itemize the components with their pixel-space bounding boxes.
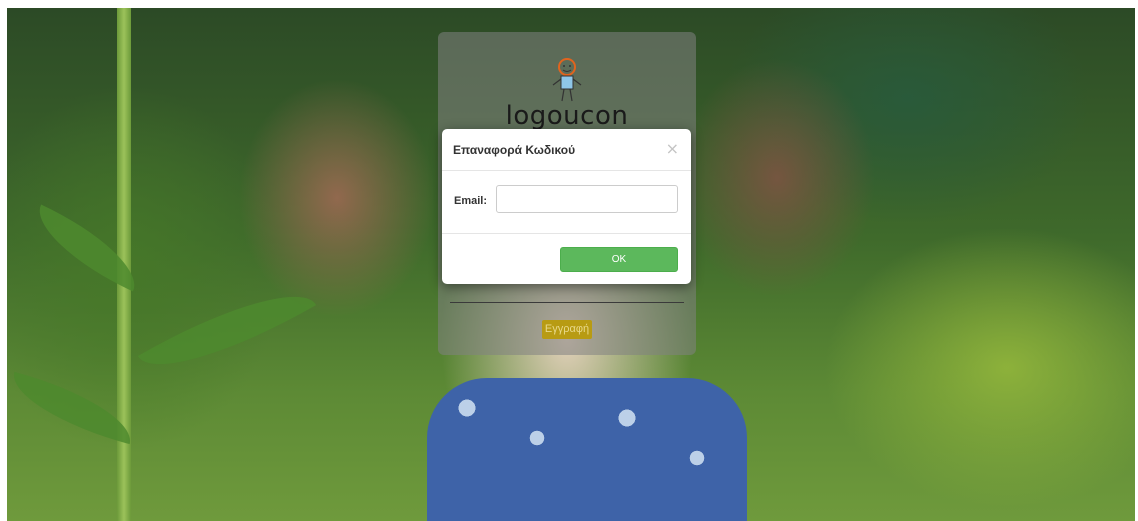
email-field[interactable] xyxy=(496,185,678,213)
ok-button[interactable]: OK xyxy=(560,247,678,272)
child-dress xyxy=(427,378,747,521)
card-divider xyxy=(450,302,684,303)
close-icon[interactable]: × xyxy=(666,139,679,158)
leaf xyxy=(137,266,317,395)
logo: logoucon xyxy=(438,57,696,131)
modal-title: Επαναφορά Κωδικού xyxy=(453,143,576,157)
email-label: Email: xyxy=(454,195,488,207)
password-reset-modal: Επαναφορά Κωδικού × Email: OK xyxy=(442,129,691,284)
modal-body: Email: xyxy=(442,171,691,234)
modal-header: Επαναφορά Κωδικού × xyxy=(442,129,691,171)
logo-text: logoucon xyxy=(505,101,629,131)
child-figure-logo-icon xyxy=(552,58,582,102)
register-button[interactable]: Εγγραφή xyxy=(542,320,592,339)
